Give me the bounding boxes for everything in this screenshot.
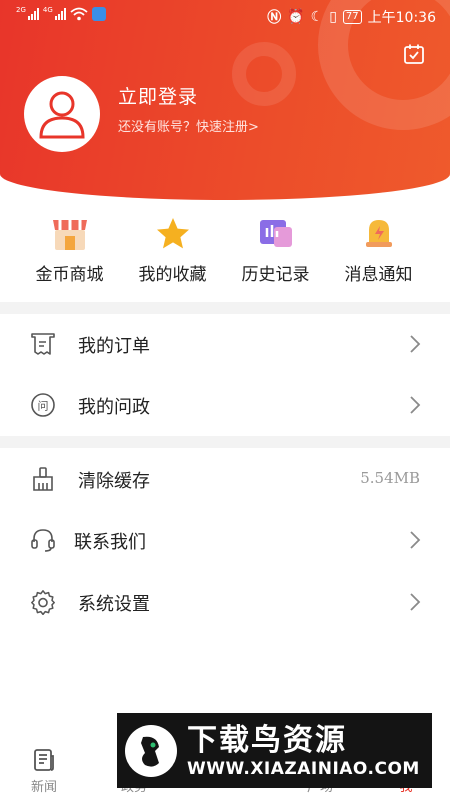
shop-icon — [52, 220, 87, 250]
menu-label: 我的问政 — [78, 397, 150, 418]
nfc-icon: Ⓝ — [267, 10, 282, 26]
question-chat-icon: 问 — [31, 393, 55, 417]
user-icon — [39, 91, 85, 139]
menu-label: 我的订单 — [78, 336, 150, 357]
wifi-icon — [70, 7, 88, 21]
chevron-right-icon — [410, 396, 421, 414]
cache-size: 5.54MB — [360, 469, 420, 487]
section-divider — [0, 436, 450, 448]
watermark-banner: 下载鸟资源 WWW.XIAZAINIAO.COM — [117, 713, 432, 788]
signal-icon — [54, 8, 66, 20]
sim2-label: 4G — [42, 6, 53, 14]
shield-icon — [91, 7, 106, 21]
quick-action-label: 消息通知 — [344, 265, 413, 285]
moon-icon: ☾ — [310, 9, 324, 25]
calendar-icon[interactable] — [402, 42, 426, 66]
quick-action-label: 金币商城 — [35, 265, 104, 285]
svg-text:问: 问 — [38, 400, 49, 413]
status-bar: 2G 4G Ⓝ ⏰ ☾ ▯ 77 上午10:36 — [0, 0, 450, 32]
quick-action-notifications[interactable]: 消息通知 — [327, 214, 430, 294]
register-link[interactable]: 还没有账号？快速注册> — [118, 116, 259, 135]
quick-actions: 金币商城 我的收藏 历史记录 消息通知 — [0, 214, 450, 294]
chevron-right-icon — [410, 335, 421, 353]
star-icon — [156, 218, 189, 249]
gear-icon — [31, 590, 55, 615]
menu-item-clear-cache[interactable]: 清除缓存 5.54MB — [0, 449, 450, 509]
login-button[interactable]: 立即登录 — [118, 82, 198, 109]
broom-icon — [33, 467, 53, 491]
receipt-icon — [31, 333, 55, 355]
chevron-right-icon — [410, 531, 421, 549]
decorative-ring — [232, 42, 296, 106]
chevron-right-icon — [410, 593, 421, 611]
menu-item-politics[interactable]: 问 我的问政 — [0, 375, 450, 435]
menu-item-settings[interactable]: 系统设置 — [0, 572, 450, 632]
alarm-icon: ⏰ — [287, 9, 305, 25]
bird-logo-icon — [125, 724, 177, 777]
clock: 上午10:36 — [367, 10, 436, 26]
bell-icon — [365, 220, 392, 247]
headset-icon — [31, 529, 55, 552]
profile-header: 2G 4G Ⓝ ⏰ ☾ ▯ 77 上午10:36 立即登录 还没有账号？快速注册… — [0, 0, 450, 200]
watermark-title: 下载鸟资源 — [187, 722, 347, 758]
quick-action-label: 我的收藏 — [138, 265, 207, 285]
battery-icon: 77 — [342, 10, 362, 24]
history-icon — [259, 220, 292, 247]
quick-action-favorites[interactable]: 我的收藏 — [121, 214, 224, 294]
tab-news[interactable]: 新闻 — [14, 748, 74, 795]
tab-label: 新闻 — [30, 780, 57, 795]
quick-action-shop[interactable]: 金币商城 — [18, 214, 121, 294]
avatar[interactable] — [24, 76, 100, 152]
quick-action-history[interactable]: 历史记录 — [224, 214, 327, 294]
menu-item-orders[interactable]: 我的订单 — [0, 314, 450, 374]
sim1-label: 2G — [16, 6, 26, 14]
vibrate-icon: ▯ — [329, 9, 337, 25]
menu-label: 清除缓存 — [78, 471, 150, 492]
menu-label: 联系我们 — [74, 532, 146, 553]
quick-action-label: 历史记录 — [241, 265, 310, 285]
newspaper-icon — [34, 749, 54, 771]
signal-icon — [27, 8, 39, 20]
menu-item-contact[interactable]: 联系我们 — [0, 510, 450, 570]
watermark-url: WWW.XIAZAINIAO.COM — [187, 758, 420, 779]
menu-label: 系统设置 — [78, 594, 150, 615]
section-divider — [0, 302, 450, 314]
